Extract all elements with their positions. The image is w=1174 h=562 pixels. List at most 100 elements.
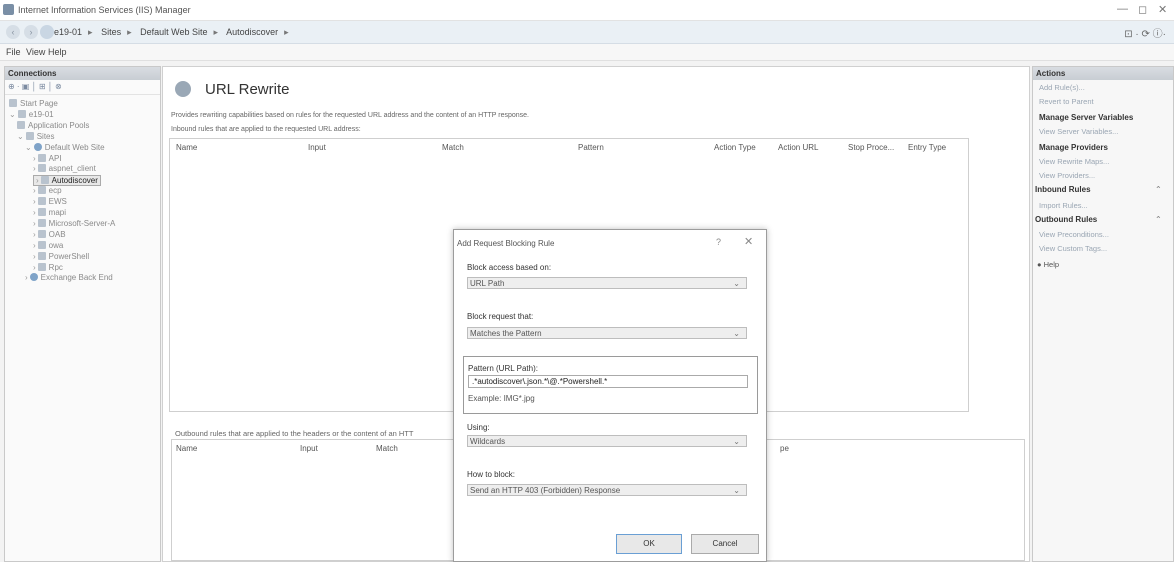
pattern-label: Pattern (URL Path): — [468, 364, 538, 373]
tree-node[interactable]: › Rpc — [33, 262, 63, 272]
action-add-rules[interactable]: Add Rule(s)... — [1039, 83, 1085, 92]
expand-toggle-icon[interactable]: ⌄ — [25, 143, 32, 152]
tree-node[interactable]: › OAB — [33, 229, 66, 239]
inbound-rules-section[interactable]: Inbound Rules ⌃ — [1035, 185, 1162, 194]
collapse-icon[interactable]: ⌃ — [1155, 215, 1162, 224]
tree-node[interactable]: › API — [33, 153, 62, 163]
col-name[interactable]: Name — [176, 143, 197, 152]
crumb-server[interactable]: e19-01 — [54, 27, 82, 37]
col-entry-type[interactable]: Entry Type — [908, 143, 946, 152]
outbound-rules-section[interactable]: Outbound Rules ⌃ — [1035, 215, 1162, 224]
tree-node[interactable]: › Microsoft-Server-A — [33, 218, 115, 228]
expand-toggle-icon[interactable]: › — [33, 252, 36, 261]
chevron-down-icon: ⌄ — [733, 437, 740, 446]
out-col-type-tail[interactable]: pe — [780, 444, 789, 453]
close-button[interactable]: ✕ — [1158, 3, 1167, 16]
tree-node[interactable]: › ecp — [33, 186, 62, 195]
col-stop-processing[interactable]: Stop Proce... — [848, 143, 894, 152]
expand-toggle-icon[interactable]: › — [33, 230, 36, 239]
menu-file[interactable]: File — [6, 47, 21, 57]
action-revert-to-parent[interactable]: Revert to Parent — [1039, 97, 1094, 106]
col-pattern[interactable]: Pattern — [578, 143, 604, 152]
crumb-sites[interactable]: Sites — [101, 27, 121, 37]
actions-pane: Actions Add Rule(s)... Revert to Parent … — [1032, 66, 1174, 562]
pattern-input[interactable] — [468, 375, 748, 388]
out-col-name[interactable]: Name — [176, 444, 197, 453]
action-view-providers[interactable]: View Providers... — [1039, 171, 1095, 180]
how-to-block-value: Send an HTTP 403 (Forbidden) Response — [470, 486, 621, 495]
expand-toggle-icon[interactable]: › — [25, 273, 28, 282]
page-title: URL Rewrite — [205, 81, 290, 98]
expand-toggle-icon[interactable]: › — [33, 186, 36, 195]
tree-node-label: ecp — [48, 186, 62, 196]
ok-button[interactable]: OK — [616, 534, 682, 554]
back-icon[interactable]: ‹ — [6, 25, 20, 39]
action-view-server-variables[interactable]: View Server Variables... — [1039, 127, 1118, 136]
using-select[interactable]: Wildcards ⌄ — [467, 435, 747, 447]
action-view-custom-tags[interactable]: View Custom Tags... — [1039, 244, 1107, 253]
col-match[interactable]: Match — [442, 143, 464, 152]
how-to-block-label: How to block: — [467, 470, 516, 479]
expand-toggle-icon[interactable]: › — [36, 176, 39, 185]
tree-node-label: PowerShell — [48, 251, 90, 261]
expand-toggle-icon[interactable]: › — [33, 197, 36, 206]
url-rewrite-icon — [175, 81, 191, 97]
block-access-label: Block access based on: — [467, 263, 552, 272]
page-description: Provides rewriting capabilities based on… — [171, 112, 529, 119]
crumb-autodiscover[interactable]: Autodiscover — [226, 27, 278, 37]
expand-toggle-icon[interactable]: › — [33, 164, 36, 173]
tree-node[interactable]: › aspnet_client — [33, 164, 96, 173]
block-request-select[interactable]: Matches the Pattern ⌄ — [467, 327, 747, 339]
expand-toggle-icon[interactable]: › — [33, 219, 36, 228]
dialog-close-button[interactable]: ✕ — [744, 235, 753, 248]
address-bar: ‹ › e19-01 ▸ Sites ▸ Default Web Site ▸ Aut… — [0, 21, 1174, 44]
connections-header: Connections — [5, 67, 160, 80]
expand-toggle-icon[interactable]: › — [33, 154, 36, 163]
crumb-default-web-site[interactable]: Default Web Site — [140, 27, 207, 37]
expand-toggle-icon[interactable]: › — [33, 263, 36, 272]
title-bar: Internet Information Services (IIS) Mana… — [0, 0, 1174, 21]
tree-node[interactable]: › owa — [33, 240, 63, 250]
collapse-icon[interactable]: ⌃ — [1155, 185, 1162, 194]
how-to-block-select[interactable]: Send an HTTP 403 (Forbidden) Response ⌄ — [467, 484, 747, 496]
action-import-rules[interactable]: Import Rules... — [1039, 201, 1088, 210]
minimize-button[interactable]: — — [1117, 3, 1128, 15]
restore-button[interactable]: ◻ — [1138, 3, 1147, 16]
expand-toggle-icon[interactable]: ⌄ — [17, 132, 24, 141]
inbound-rules-label: Inbound rules that are applied to the re… — [171, 126, 361, 133]
connections-pane: Connections ⊕ · ▣ │ ⊞ │ ⊗ Start Page ⌄ e19… — [4, 66, 161, 562]
tree-node[interactable]: › Autodiscover — [33, 175, 101, 187]
tree-node[interactable]: › mapi — [33, 208, 66, 217]
address-bar-tools[interactable]: ⊡ · ⟳ ⓘ· — [1124, 25, 1166, 40]
connections-toolbar[interactable]: ⊕ · ▣ │ ⊞ │ ⊗ — [5, 80, 160, 95]
expand-toggle-icon[interactable]: › — [33, 208, 36, 217]
block-request-value: Matches the Pattern — [470, 329, 542, 338]
tree-node[interactable]: ⌄ Sites — [17, 131, 55, 141]
dialog-help-button[interactable]: ? — [716, 237, 721, 247]
out-col-match[interactable]: Match — [376, 444, 398, 453]
block-access-select[interactable]: URL Path ⌄ — [467, 277, 747, 289]
tree-node[interactable]: Application Pools — [17, 120, 89, 130]
action-view-preconditions[interactable]: View Preconditions... — [1039, 230, 1109, 239]
col-action-type[interactable]: Action Type — [714, 143, 756, 152]
forward-icon[interactable]: › — [24, 25, 38, 39]
action-help[interactable]: ● Help — [1037, 260, 1059, 269]
out-col-input[interactable]: Input — [300, 444, 318, 453]
tree-node[interactable]: ⌄ Default Web Site — [25, 142, 105, 152]
tree-node[interactable]: Start Page — [9, 99, 58, 108]
using-label: Using: — [467, 423, 490, 432]
menu-view[interactable]: View — [26, 47, 45, 57]
app-icon — [37, 251, 46, 260]
manage-server-variables-heading: Manage Server Variables — [1039, 113, 1134, 122]
cancel-button[interactable]: Cancel — [691, 534, 759, 554]
action-view-rewrite-maps[interactable]: View Rewrite Maps... — [1039, 157, 1109, 166]
expand-toggle-icon[interactable]: › — [33, 241, 36, 250]
menu-help[interactable]: Help — [48, 47, 67, 57]
tree-node[interactable]: › EWS — [33, 197, 67, 206]
col-action-url[interactable]: Action URL — [778, 143, 818, 152]
tree-node[interactable]: › PowerShell — [33, 251, 90, 261]
tree-node[interactable]: ⌄ e19-01 — [9, 109, 54, 119]
col-input[interactable]: Input — [308, 143, 326, 152]
expand-toggle-icon[interactable]: ⌄ — [9, 110, 16, 119]
tree-node[interactable]: › Exchange Back End — [25, 273, 113, 282]
